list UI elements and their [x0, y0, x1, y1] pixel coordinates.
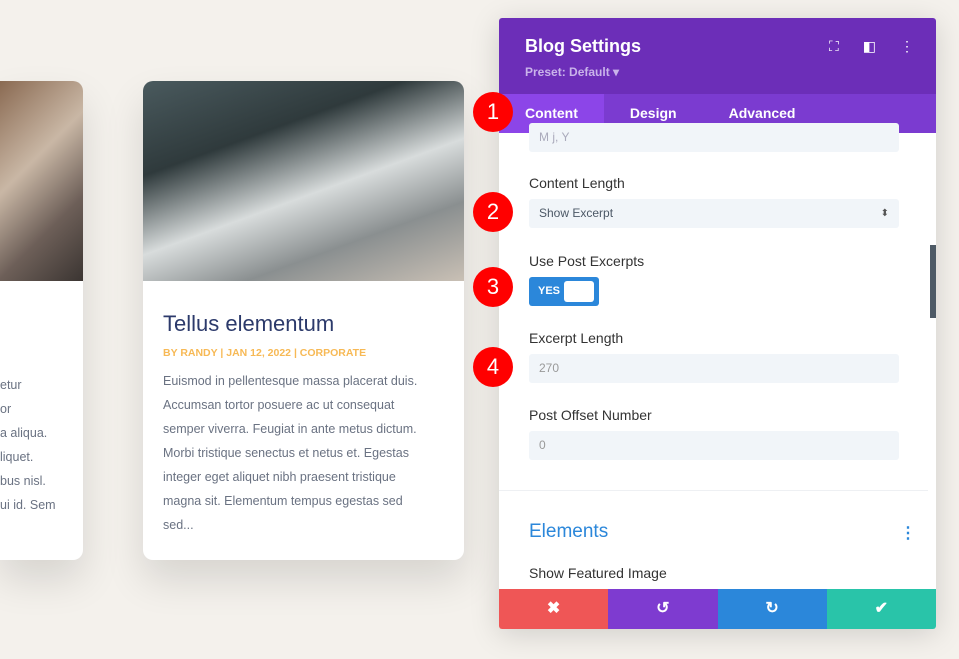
use-excerpts-label: Use Post Excerpts: [529, 253, 645, 269]
step-badge: 3: [473, 267, 513, 307]
more-icon[interactable]: ⋮: [900, 523, 916, 543]
post-meta: BY RANDY | JAN 12, 2022 | CORPORATE: [163, 347, 367, 359]
excerpt-line: ui id. Sem: [0, 498, 56, 512]
excerpt-length-input[interactable]: 270: [529, 354, 899, 383]
featured-image: [0, 81, 83, 281]
more-icon[interactable]: ⋮: [900, 38, 914, 55]
excerpt-line: magna sit. Elementum tempus egestas sed: [163, 494, 403, 508]
toggle-value: YES: [538, 285, 561, 297]
blog-settings-panel: Blog Settings Preset: Default ▾ ⛶ ◧ ⋮ Co…: [499, 18, 936, 629]
use-excerpts-toggle[interactable]: YES: [529, 277, 599, 306]
excerpt-line: sed...: [163, 518, 194, 532]
content-length-label: Content Length: [529, 175, 625, 191]
excerpt-line: bus nisl.: [0, 474, 46, 488]
featured-image[interactable]: [143, 81, 464, 281]
content-length-select[interactable]: Show Excerpt ⬍: [529, 199, 899, 228]
preset-dropdown[interactable]: Preset: Default ▾: [525, 65, 910, 79]
scrollbar[interactable]: [930, 245, 936, 318]
post-excerpt: etur or a aliqua. liquet. bus nisl. ui i…: [0, 373, 56, 517]
save-button[interactable]: ✔: [826, 589, 936, 629]
redo-button[interactable]: ↻: [717, 589, 827, 629]
offset-input[interactable]: 0: [529, 431, 899, 460]
excerpt-line: liquet.: [0, 450, 34, 464]
cancel-button[interactable]: ✖: [499, 589, 609, 629]
excerpt-line: etur: [0, 378, 22, 392]
select-value: Show Excerpt: [539, 206, 614, 220]
excerpt-line: or: [0, 402, 12, 416]
chevron-updown-icon: ⬍: [880, 208, 889, 219]
undo-button[interactable]: ↺: [608, 589, 718, 629]
offset-label: Post Offset Number: [529, 407, 652, 423]
excerpt-line: Euismod in pellentesque massa placerat d…: [163, 374, 418, 388]
step-badge: 1: [473, 92, 513, 132]
step-badge: 2: [473, 192, 513, 232]
excerpt-line: semper viverra. Feugiat in ante metus di…: [163, 422, 417, 436]
settings-body: M j, Y Content Length Show Excerpt ⬍ Use …: [499, 123, 936, 589]
elements-section-title[interactable]: Elements: [529, 521, 608, 543]
post-title[interactable]: Tellus elementum: [163, 311, 444, 337]
date-format-input[interactable]: M j, Y: [529, 123, 899, 152]
panel-header: Blog Settings Preset: Default ▾ ⛶ ◧ ⋮: [499, 18, 936, 94]
fullscreen-icon[interactable]: ⛶: [829, 38, 839, 55]
excerpt-line: Morbi tristique senectus et netus et. Eg…: [163, 446, 409, 460]
post-excerpt: Euismod in pellentesque massa placerat d…: [163, 369, 444, 537]
excerpt-line: Accumsan tortor posuere ac ut consequat: [163, 398, 395, 412]
toggle-knob: [564, 281, 594, 302]
excerpt-line: integer eget aliquet nibh praesent trist…: [163, 470, 396, 484]
split-view-icon[interactable]: ◧: [863, 38, 876, 55]
divider: [499, 490, 928, 491]
panel-footer: ✖ ↺ ↻ ✔: [499, 589, 936, 629]
excerpt-length-label: Excerpt Length: [529, 330, 624, 346]
show-featured-image-label: Show Featured Image: [529, 565, 667, 581]
blog-card: etur or a aliqua. liquet. bus nisl. ui i…: [0, 81, 83, 560]
excerpt-line: a aliqua.: [0, 426, 48, 440]
blog-card: Tellus elementum BY RANDY | JAN 12, 2022…: [143, 81, 464, 560]
step-badge: 4: [473, 347, 513, 387]
